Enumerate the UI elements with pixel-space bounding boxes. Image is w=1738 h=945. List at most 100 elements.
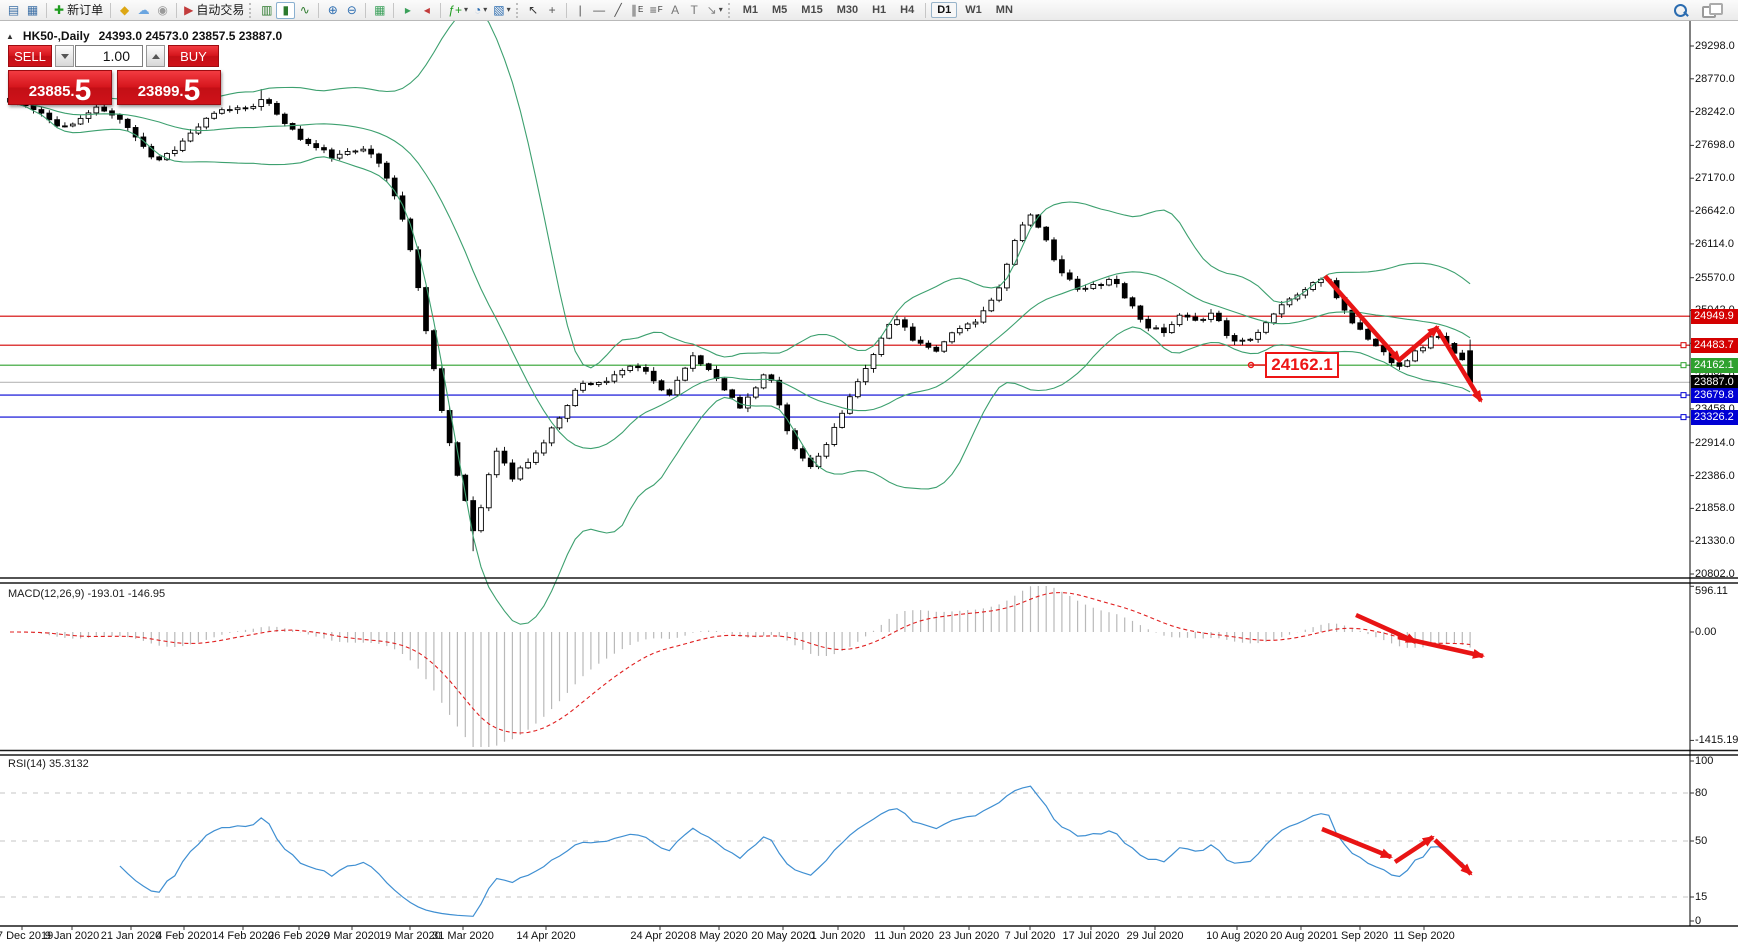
toolbar-drag-handle <box>249 3 253 18</box>
equidistant-channel-icon[interactable]: ∥E <box>628 2 647 19</box>
date-label: 20 May 2020 <box>751 930 815 942</box>
date-label: 21 Jan 2020 <box>101 930 162 942</box>
timeframe-MN[interactable]: MN <box>990 2 1019 18</box>
toolbar-separator <box>176 3 177 18</box>
bar-chart-icon[interactable]: ▥ <box>257 2 276 19</box>
date-label: 11 Jun 2020 <box>874 930 934 942</box>
rsi-tick: 80 <box>1695 787 1707 799</box>
chat-icon[interactable] <box>1702 3 1720 17</box>
chart-title: ▲ HK50-,Daily 24393.0 24573.0 23857.5 23… <box>6 29 282 43</box>
toolbar-drag-handle <box>728 3 732 18</box>
price-tag: 24949.9 <box>1691 309 1738 324</box>
community-icon[interactable]: ☁ <box>134 2 153 19</box>
date-label: 20 Aug 2020 <box>1270 930 1332 942</box>
price-tick: 27698.0 <box>1695 139 1735 151</box>
line-chart-icon[interactable]: ∿ <box>295 2 314 19</box>
macd-tick: 0.00 <box>1695 626 1716 638</box>
triangle-up-icon <box>152 54 160 59</box>
date-label: 9 Mar 2020 <box>324 930 380 942</box>
text-label-icon[interactable]: T <box>685 2 704 19</box>
gold-icon[interactable]: ◆ <box>115 2 134 19</box>
zoom-in-icon[interactable]: ⊕ <box>323 2 342 19</box>
cursor-icon[interactable]: ↖ <box>524 2 543 19</box>
price-tick: 26114.0 <box>1695 238 1734 250</box>
date-label: 4 Feb 2020 <box>156 930 212 942</box>
autotrading-icon[interactable]: ▶自动交易 <box>181 2 247 19</box>
rsi-tick: 15 <box>1695 891 1707 903</box>
signal-icon[interactable]: ◉ <box>153 2 172 19</box>
timeframe-M15[interactable]: M15 <box>795 2 828 18</box>
toolbar-separator <box>365 3 366 18</box>
arrows-icon[interactable]: ↘▾ <box>704 2 726 19</box>
buy-price-big-digit: 5 <box>184 77 201 104</box>
new-order-icon[interactable]: ✚新订单 <box>51 2 106 19</box>
indicators-icon[interactable]: ƒ+▾ <box>445 2 471 19</box>
search-icon[interactable] <box>1673 3 1688 18</box>
volume-increase-button[interactable] <box>146 45 165 67</box>
ohlc-values: 24393.0 24573.0 23857.5 23887.0 <box>99 29 283 43</box>
zoom-out-icon[interactable]: ⊖ <box>342 2 361 19</box>
toolbar-drag-handle <box>516 3 520 18</box>
sell-price-main: 23885. <box>29 83 75 104</box>
timeframe-D1[interactable]: D1 <box>931 2 957 18</box>
price-tag: 23679.8 <box>1691 388 1738 403</box>
date-label: 26 Feb 2020 <box>268 930 330 942</box>
price-tag: 23326.2 <box>1691 410 1738 425</box>
market-watch-icon[interactable]: ▤ <box>4 2 23 19</box>
sell-button[interactable]: SELL <box>8 45 52 67</box>
vertical-line-icon[interactable]: | <box>571 2 590 19</box>
toolbar-separator <box>46 3 47 18</box>
date-label: 29 Jul 2020 <box>1127 930 1184 942</box>
templates-icon[interactable]: ▧▾ <box>490 2 513 19</box>
chart-shift-icon[interactable]: ◂ <box>417 2 436 19</box>
rsi-tick: 100 <box>1695 755 1713 767</box>
toolbar-separator <box>318 3 319 18</box>
collapse-arrow-icon[interactable]: ▲ <box>6 32 14 41</box>
buy-button[interactable]: BUY <box>168 45 219 67</box>
price-tick: 29298.0 <box>1695 40 1735 52</box>
sell-price-big-digit: 5 <box>75 77 92 104</box>
price-tag: 24162.1 <box>1691 358 1738 373</box>
tile-windows-icon[interactable]: ▦ <box>370 2 389 19</box>
price-tick: 21858.0 <box>1695 502 1735 514</box>
volume-input[interactable] <box>75 45 143 67</box>
price-tick: 27170.0 <box>1695 172 1735 184</box>
horizontal-line-icon[interactable]: — <box>590 2 609 19</box>
toolbar: ▤▦✚新订单◆☁◉▶自动交易▥▮∿⊕⊖▦▸◂ƒ+▾◔▾▧▾↖+|—╱∥E≡FAT… <box>0 0 1738 21</box>
rsi-tick: 50 <box>1695 835 1707 847</box>
periods-icon[interactable]: ◔▾ <box>471 2 490 19</box>
candlestick-chart-icon[interactable]: ▮ <box>276 2 295 19</box>
buy-price-main: 23899. <box>138 83 184 104</box>
macd-tick: 596.11 <box>1695 585 1728 597</box>
price-tick: 26642.0 <box>1695 205 1735 217</box>
timeframe-H4[interactable]: H4 <box>894 2 920 18</box>
timeframe-M5[interactable]: M5 <box>766 2 793 18</box>
price-annotation-box[interactable]: 24162.1 <box>1265 352 1339 378</box>
timeframe-M30[interactable]: M30 <box>831 2 864 18</box>
timeframe-M1[interactable]: M1 <box>737 2 764 18</box>
price-tick: 22914.0 <box>1695 437 1735 449</box>
chart-canvas[interactable] <box>0 0 1738 945</box>
trendline-icon[interactable]: ╱ <box>609 2 628 19</box>
chart-window-icon[interactable]: ▦ <box>23 2 42 19</box>
price-tick: 22386.0 <box>1695 470 1735 482</box>
date-label: 11 Sep 2020 <box>1393 930 1455 942</box>
date-label: 24 Apr 2020 <box>630 930 689 942</box>
date-label: 9 Jan 2020 <box>45 930 99 942</box>
date-label: 14 Apr 2020 <box>516 930 575 942</box>
one-click-trading-panel: SELL BUY 23885.5 23899.5 <box>8 45 221 105</box>
buy-price[interactable]: 23899.5 <box>117 70 221 105</box>
date-label: 23 Jun 2020 <box>939 930 1000 942</box>
auto-scroll-icon[interactable]: ▸ <box>398 2 417 19</box>
sell-price[interactable]: 23885.5 <box>8 70 112 105</box>
date-label: 10 Aug 2020 <box>1206 930 1268 942</box>
timeframe-W1[interactable]: W1 <box>959 2 988 18</box>
rsi-tick: 0 <box>1695 915 1701 927</box>
fibonacci-icon[interactable]: ≡F <box>647 2 666 19</box>
trade-panel-controls: SELL BUY <box>8 45 221 67</box>
crosshair-icon[interactable]: + <box>543 2 562 19</box>
volume-decrease-button[interactable] <box>55 45 74 67</box>
toolbar-separator <box>440 3 441 18</box>
text-icon[interactable]: A <box>666 2 685 19</box>
timeframe-H1[interactable]: H1 <box>866 2 892 18</box>
